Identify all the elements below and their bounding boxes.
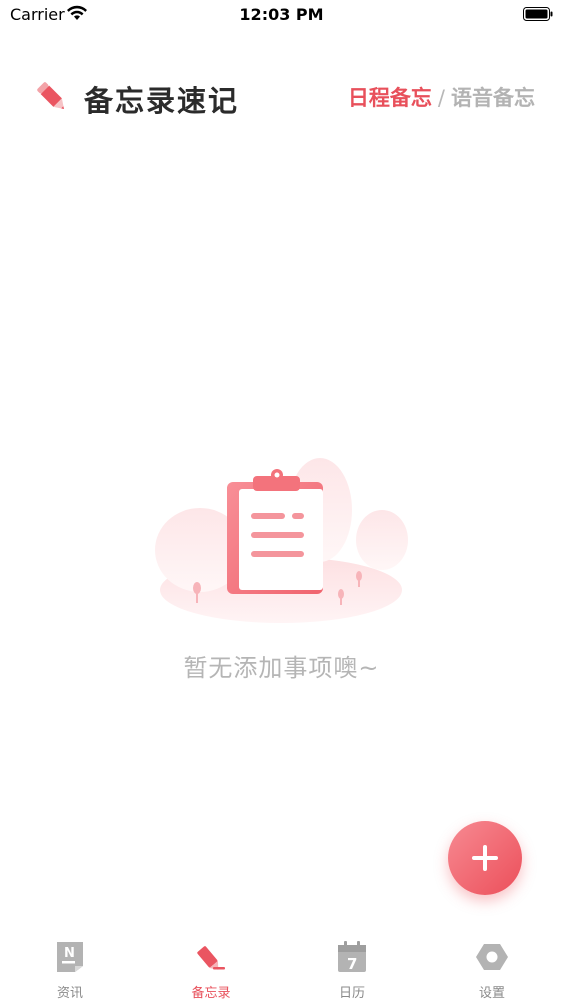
pencil-icon <box>37 82 65 110</box>
calendar-icon: 7 <box>338 941 366 973</box>
tab-label: 设置 <box>478 986 505 1001</box>
svg-text:N: N <box>64 946 75 961</box>
tab-separator: / <box>437 86 445 110</box>
bottom-tab-bar: N 资讯 备忘录 7 日历 设置 <box>0 930 563 1001</box>
tab-label: 备忘录 <box>191 986 231 1001</box>
memo-icon <box>197 946 225 970</box>
tab-calendar[interactable]: 7 日历 <box>282 930 422 1001</box>
settings-icon <box>476 944 508 970</box>
app-header: 备忘录速记 日程备忘 / 语音备忘 <box>0 72 563 122</box>
empty-state-message: 暂无添加事项噢~ <box>183 654 380 682</box>
battery-icon <box>523 7 553 21</box>
header-tabs: 日程备忘 / 语音备忘 <box>348 82 535 112</box>
add-button[interactable] <box>448 821 522 895</box>
tab-label: 日历 <box>338 986 365 1001</box>
tab-settings[interactable]: 设置 <box>422 930 562 1001</box>
news-icon: N <box>57 942 83 972</box>
app-title: 备忘录速记 <box>84 84 240 118</box>
tab-schedule-memo[interactable]: 日程备忘 <box>348 86 432 110</box>
calendar-day: 7 <box>347 955 357 973</box>
status-bar: Carrier 12:03 PM <box>0 0 563 30</box>
tab-news[interactable]: N 资讯 <box>0 930 140 1001</box>
tab-voice-memo[interactable]: 语音备忘 <box>451 86 535 110</box>
tab-memo[interactable]: 备忘录 <box>141 930 281 1001</box>
tab-label: 资讯 <box>56 986 83 1001</box>
clock: 12:03 PM <box>239 5 324 24</box>
empty-clipboard-illustration <box>155 458 408 623</box>
